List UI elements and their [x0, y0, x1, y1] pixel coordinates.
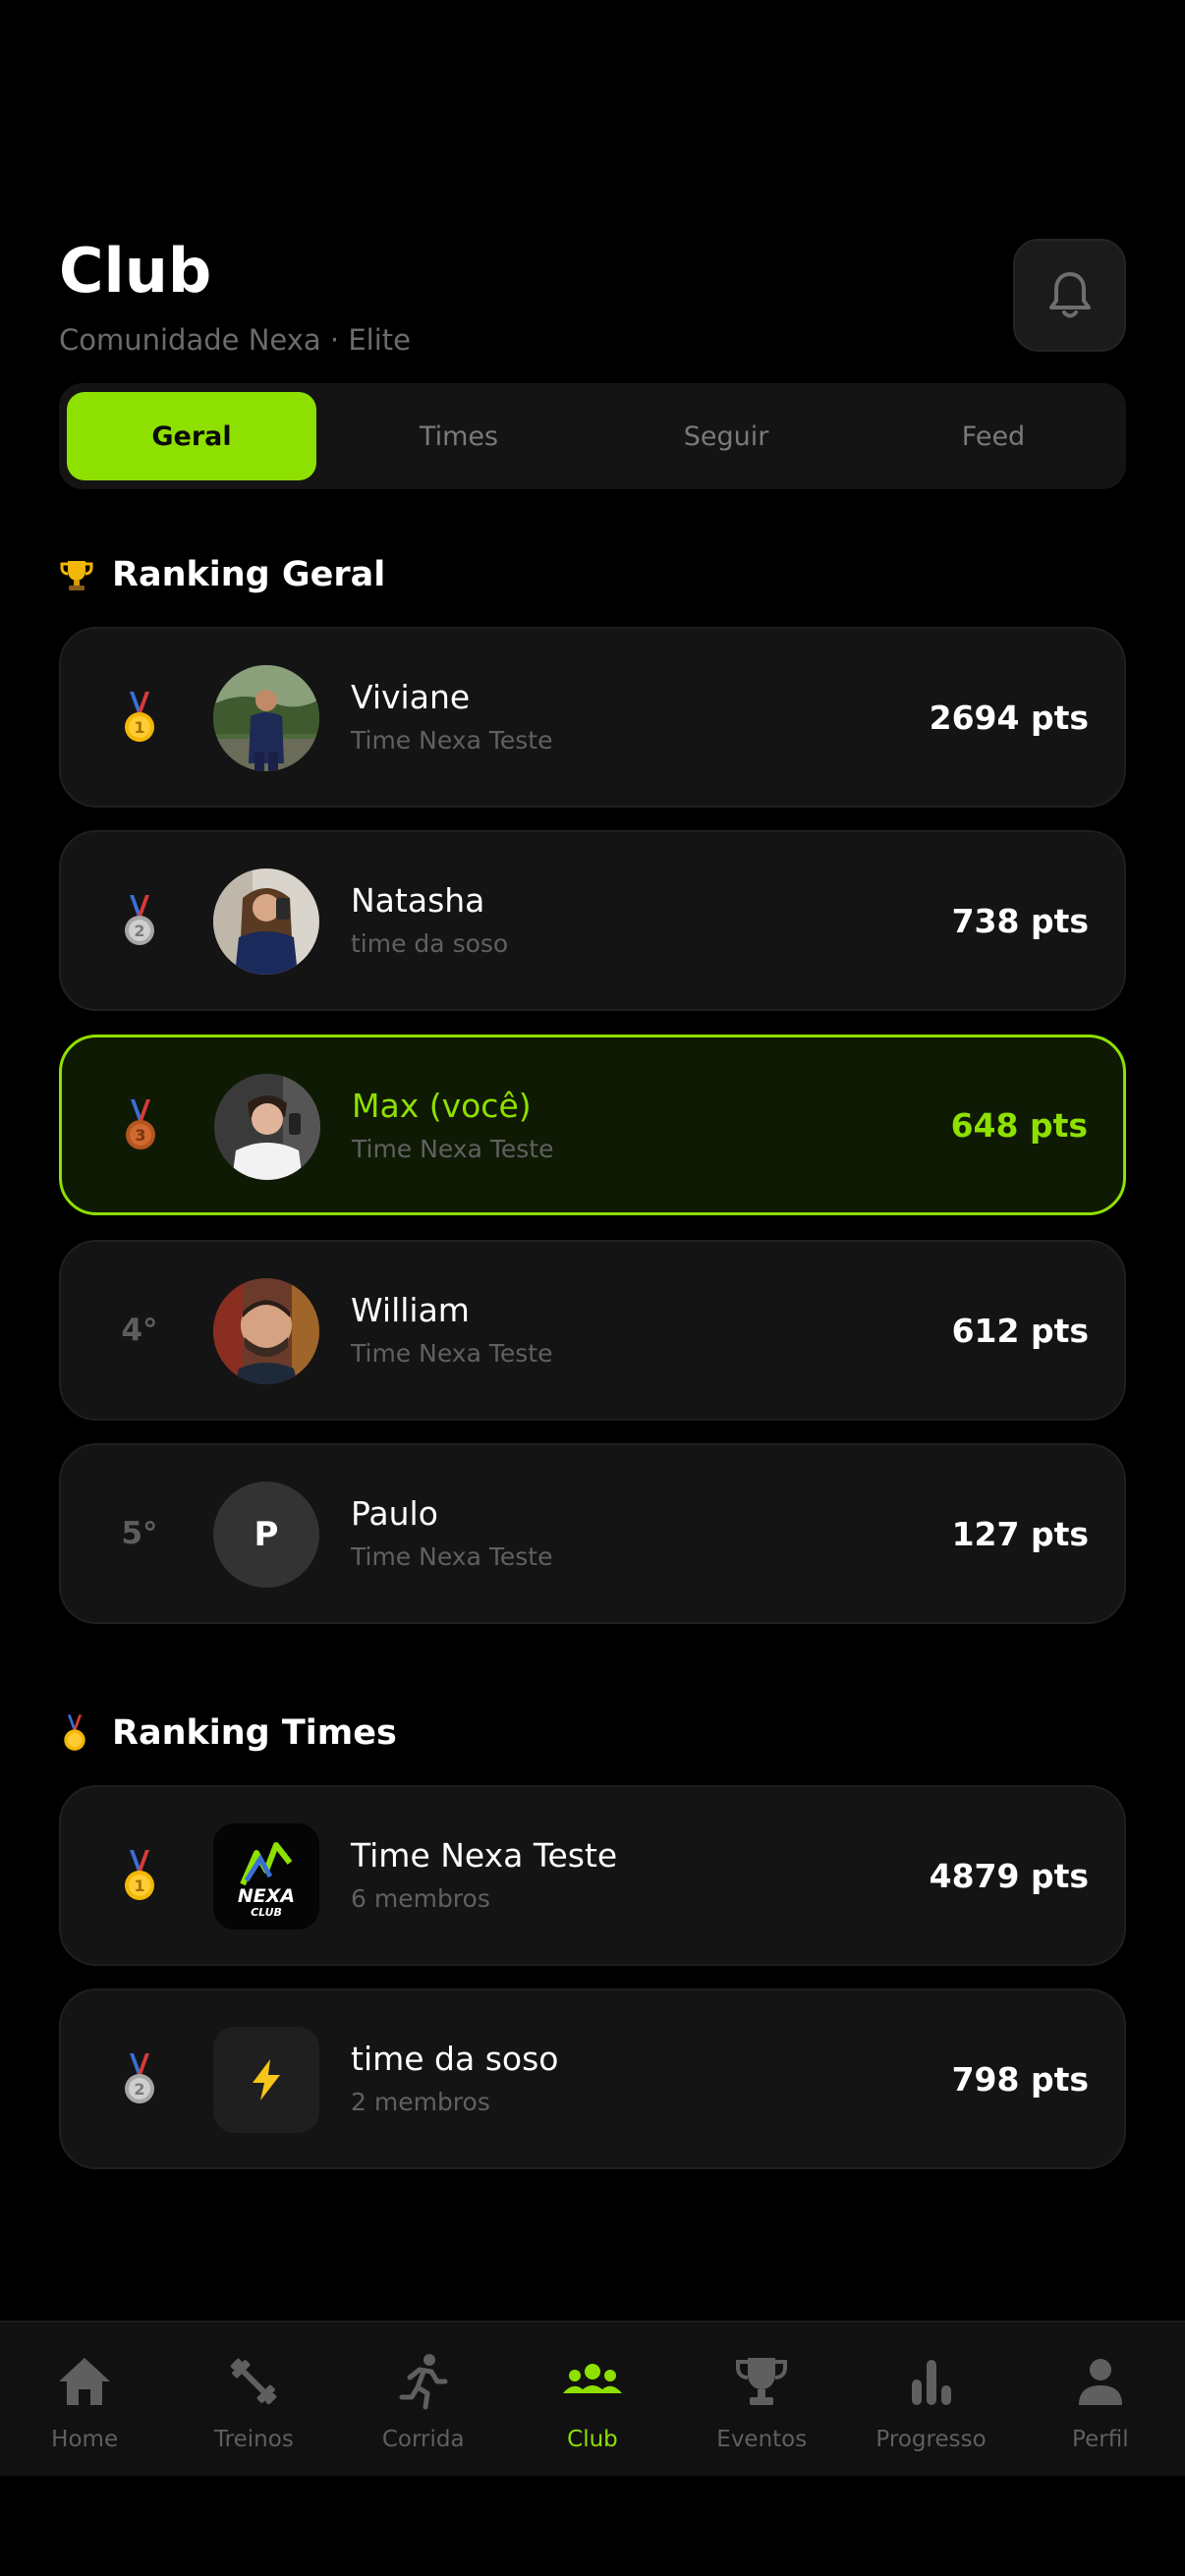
member-points: 127 pts — [951, 1514, 1089, 1553]
ranking-row[interactable]: 1 Viviane Time Nexa Teste 2694 pts — [59, 627, 1126, 808]
tab-feed[interactable]: Feed — [869, 392, 1118, 480]
rank-position: 1 — [105, 1787, 174, 1964]
nav-label: Perfil — [1072, 2427, 1129, 2452]
team-ranking-row[interactable]: 1 NEXA CLUB Time Nexa Teste 6 membros 48… — [59, 1785, 1126, 1966]
rank-position: 4° — [121, 1313, 158, 1348]
person-icon — [1078, 2359, 1122, 2405]
avatar — [213, 868, 319, 975]
gold-medal-icon: 1 — [125, 1850, 154, 1900]
nav-label: Club — [567, 2427, 618, 2452]
member-name: William — [351, 1291, 470, 1329]
member-points: 612 pts — [951, 1311, 1089, 1350]
club-screen: Club Comunidade Nexa · Elite Geral Times… — [0, 0, 1185, 2576]
nav-item-perfil[interactable]: Perfil — [1016, 2323, 1185, 2476]
nav-item-club[interactable]: Club — [508, 2323, 677, 2476]
silver-medal-icon: 2 — [125, 895, 154, 945]
rank-position: 2 — [105, 832, 174, 1009]
rank-position: 1 — [105, 629, 174, 806]
team-logo: NEXA CLUB — [213, 1823, 319, 1930]
medal-icon — [59, 1713, 98, 1753]
trophy-icon — [59, 555, 98, 594]
nav-label: Progresso — [875, 2427, 987, 2452]
team-points: 4879 pts — [929, 1856, 1089, 1895]
page-subtitle: Comunidade Nexa · Elite — [59, 323, 411, 357]
silver-medal-icon: 2 — [125, 2053, 154, 2103]
dumbbell-icon — [231, 2358, 277, 2405]
nav-item-treinos[interactable]: Treinos — [169, 2323, 338, 2476]
ranking-row[interactable]: 2 Natasha time da soso 738 pts — [59, 830, 1126, 1011]
bronze-medal-icon: 3 — [126, 1099, 155, 1149]
ranking-row[interactable]: 5° P Paulo Time Nexa Teste 127 pts — [59, 1443, 1126, 1624]
member-team: time da soso — [351, 929, 509, 958]
rank-position: 2 — [105, 1990, 174, 2167]
member-points: 648 pts — [950, 1105, 1088, 1145]
tab-times[interactable]: Times — [334, 392, 584, 480]
notifications-button[interactable] — [1013, 239, 1126, 352]
member-name: Max (você) — [352, 1087, 532, 1125]
bar-chart-icon — [911, 2360, 951, 2405]
member-team: Time Nexa Teste — [351, 1542, 553, 1571]
team-members: 6 membros — [351, 1884, 490, 1913]
avatar — [213, 1278, 319, 1384]
member-points: 738 pts — [951, 901, 1089, 940]
logo-subtext: CLUB — [251, 1906, 282, 1919]
gold-medal-icon: 1 — [125, 692, 154, 742]
svg-text:2: 2 — [134, 922, 144, 940]
member-team: Time Nexa Teste — [351, 726, 553, 755]
ranking-row-current-user[interactable]: 3 Max (você) Time Nexa Teste 648 pts — [59, 1035, 1126, 1215]
member-name: Viviane — [351, 678, 471, 716]
lightning-icon — [253, 2059, 280, 2100]
nav-item-progresso[interactable]: Progresso — [846, 2323, 1015, 2476]
section-heading-ranking-geral: Ranking Geral — [59, 550, 385, 599]
team-members: 2 membros — [351, 2088, 490, 2116]
member-points: 2694 pts — [929, 698, 1089, 737]
nav-label: Treinos — [214, 2427, 294, 2452]
team-points: 798 pts — [951, 2059, 1089, 2099]
tab-seguir[interactable]: Seguir — [601, 392, 851, 480]
nav-item-home[interactable]: Home — [0, 2323, 169, 2476]
member-name: Natasha — [351, 881, 485, 920]
running-icon — [399, 2354, 448, 2410]
nav-label: Corrida — [381, 2427, 465, 2452]
home-icon — [59, 2358, 111, 2405]
svg-text:1: 1 — [134, 1876, 144, 1895]
page-title: Club — [59, 235, 212, 307]
group-icon — [562, 2364, 622, 2393]
logo-text: NEXA — [238, 1885, 295, 1907]
team-logo — [213, 2027, 319, 2133]
avatar — [213, 665, 319, 771]
avatar — [214, 1074, 320, 1180]
svg-text:2: 2 — [134, 2080, 144, 2099]
section-heading-ranking-times: Ranking Times — [59, 1708, 397, 1758]
nav-item-corrida[interactable]: Corrida — [339, 2323, 508, 2476]
ranking-row[interactable]: 4° William Time Nexa Teste 612 pts — [59, 1240, 1126, 1421]
segmented-tabs: Geral Times Seguir Feed — [59, 383, 1126, 489]
member-team: Time Nexa Teste — [352, 1135, 554, 1163]
section-title: Ranking Times — [112, 1713, 397, 1753]
nav-item-eventos[interactable]: Eventos — [677, 2323, 846, 2476]
team-ranking-row[interactable]: 2 time da soso 2 membros 798 pts — [59, 1988, 1126, 2169]
nav-label: Home — [51, 2427, 119, 2452]
section-title: Ranking Geral — [112, 555, 386, 594]
avatar-initial: P — [213, 1482, 319, 1588]
nav-label: Eventos — [716, 2427, 808, 2452]
bottom-nav: Home Treinos Corrida Club Eventos Progre… — [0, 2321, 1185, 2476]
member-name: Paulo — [351, 1494, 438, 1533]
rank-position: 3 — [106, 1037, 175, 1212]
trophy-icon — [736, 2358, 788, 2405]
tab-geral[interactable]: Geral — [67, 392, 316, 480]
bell-icon — [1048, 271, 1091, 317]
team-name: Time Nexa Teste — [351, 1836, 618, 1875]
svg-text:1: 1 — [134, 718, 144, 737]
team-name: time da soso — [351, 2040, 559, 2078]
svg-text:3: 3 — [135, 1126, 145, 1145]
member-team: Time Nexa Teste — [351, 1339, 553, 1368]
rank-position: 5° — [121, 1516, 158, 1551]
